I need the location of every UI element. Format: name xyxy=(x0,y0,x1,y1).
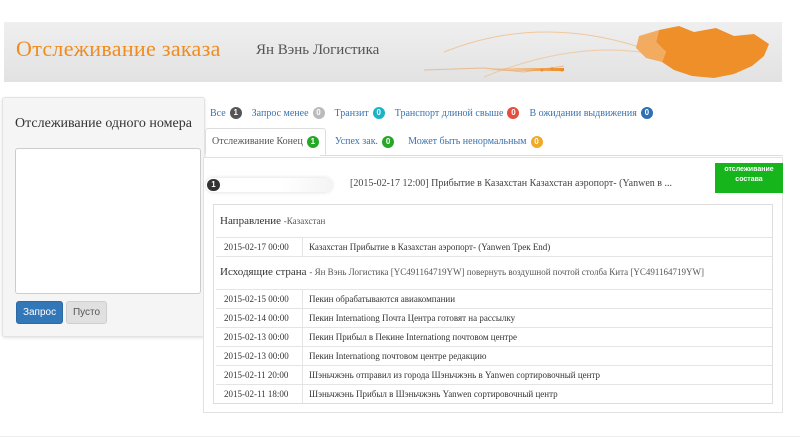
table-row: 2015-02-17 00:00 Казахстан Прибытие в Ка… xyxy=(216,237,772,256)
destination-header: Направление -Казахстан xyxy=(220,215,325,227)
table-row: 2015-02-13 00:00 Пекин Прибыл в Пекине I… xyxy=(216,327,772,346)
count-badge: 0 xyxy=(382,135,395,148)
tab-divider xyxy=(320,155,783,156)
status-tabs-secondary: Отслеживание Конец 1 Успех зак. 0 Может … xyxy=(205,128,783,155)
header-banner: Отслеживание заказа Ян Вэнь Логистика xyxy=(4,22,782,82)
clear-button[interactable]: Пусто xyxy=(66,301,107,324)
event-date: 2015-02-17 00:00 xyxy=(224,242,289,252)
event-text: Шэньчжэнь отправил из города Шэньчжэнь в… xyxy=(302,366,600,384)
table-row: 2015-02-14 00:00 Пекин Internationg Почт… xyxy=(216,308,772,327)
tab-label: Все xyxy=(210,107,226,119)
row-divider xyxy=(216,256,772,257)
tracking-result-panel: 1 [2015-02-17 12:00] Прибытие в Казахста… xyxy=(203,157,783,413)
event-date: 2015-02-15 00:00 xyxy=(224,294,289,304)
table-row: 2015-02-11 20:00 Шэньчжэнь отправил из г… xyxy=(216,365,772,384)
tab-success[interactable]: Успех зак. 0 xyxy=(330,128,399,155)
single-tracking-panel: Отслеживание одного номера Запрос Пусто xyxy=(2,97,205,337)
tab-long-transport[interactable]: Транспорт длиной свыше 0 xyxy=(390,103,525,123)
tab-label: Может быть ненормальным xyxy=(408,136,527,147)
query-button[interactable]: Запрос xyxy=(16,301,63,324)
company-name: Ян Вэнь Логистика xyxy=(256,42,380,58)
event-text: Шэньчжэнь Прибыл в Шэньчжэнь Yanwen сорт… xyxy=(302,385,558,403)
tab-label: В ожидании выдвижения xyxy=(529,107,637,119)
tracking-number-pill xyxy=(206,178,332,192)
destination-country: -Казахстан xyxy=(283,216,326,226)
event-date: 2015-02-13 00:00 xyxy=(224,332,289,342)
tab-label: Запрос менее xyxy=(251,107,309,119)
china-map-graphic xyxy=(424,26,769,78)
tab-abnormal[interactable]: Может быть ненормальным 0 xyxy=(403,128,547,155)
tab-transit[interactable]: Транзит 0 xyxy=(330,103,390,123)
result-index-badge: 1 xyxy=(207,179,220,191)
event-text: Пекин обрабатываются авиакомпании xyxy=(302,290,455,308)
count-badge: 0 xyxy=(312,107,325,119)
page-title: Отслеживание заказа xyxy=(16,36,221,61)
tracking-summary-row[interactable]: 1 [2015-02-17 12:00] Прибытие в Казахста… xyxy=(204,164,782,194)
count-badge: 0 xyxy=(530,135,543,148)
count-badge: 1 xyxy=(229,107,242,119)
tab-label: Транзит xyxy=(334,107,369,119)
tab-awaiting-dispatch[interactable]: В ожидании выдвижения 0 xyxy=(524,103,657,123)
table-row: 2015-02-13 00:00 Пекин Internationg почт… xyxy=(216,346,772,365)
event-date: 2015-02-14 00:00 xyxy=(224,313,289,323)
event-text: Пекин Internationg почтовом центре редак… xyxy=(302,347,486,365)
count-badge: 0 xyxy=(640,107,653,119)
destination-label: Направление xyxy=(220,215,282,227)
tab-query-less[interactable]: Запрос менее 0 xyxy=(247,103,330,123)
tab-all[interactable]: Все 1 xyxy=(205,103,247,123)
footer-divider xyxy=(0,436,800,437)
tab-label: Транспорт длиной свыше xyxy=(394,107,504,119)
event-date: 2015-02-13 00:00 xyxy=(224,351,289,361)
tracking-number-input[interactable] xyxy=(15,148,201,294)
count-badge: 1 xyxy=(306,135,319,148)
tracking-details-table: Направление -Казахстан 2015-02-17 00:00 … xyxy=(213,204,773,404)
event-text: Пекин Прибыл в Пекине Internationg почто… xyxy=(302,328,517,346)
count-badge: 0 xyxy=(507,107,520,119)
last-event-text: [2015-02-17 12:00] Прибытие в Казахстан … xyxy=(350,178,672,189)
table-row: 2015-02-11 18:00 Шэньчжэнь Прибыл в Шэнь… xyxy=(216,384,772,403)
status-tabs-primary: Все 1 Запрос менее 0 Транзит 0 Транспорт… xyxy=(205,103,658,123)
origin-details: - Ян Вэнь Логистика [YC491164719YW] пове… xyxy=(309,267,705,277)
event-date: 2015-02-11 20:00 xyxy=(224,370,289,380)
event-text: Пекин Internationg Почта Центра готовят … xyxy=(302,309,515,327)
tab-tracking-end[interactable]: Отслеживание Конец 1 xyxy=(205,128,326,155)
origin-label: Исходящие страна xyxy=(220,266,307,278)
status-label: отслеживание состава xyxy=(715,163,783,193)
tab-label: Успех зак. xyxy=(334,136,379,147)
table-row: 2015-02-15 00:00 Пекин обрабатываются ав… xyxy=(216,289,772,308)
panel-title: Отслеживание одного номера xyxy=(15,116,192,131)
origin-header: Исходящие страна - Ян Вэнь Логистика [YC… xyxy=(220,266,704,278)
event-text: Казахстан Прибытие в Казахстан аэропорт-… xyxy=(302,238,550,256)
tab-label: Отслеживание Конец xyxy=(212,136,303,147)
count-badge: 0 xyxy=(372,107,385,119)
event-date: 2015-02-11 18:00 xyxy=(224,389,289,399)
